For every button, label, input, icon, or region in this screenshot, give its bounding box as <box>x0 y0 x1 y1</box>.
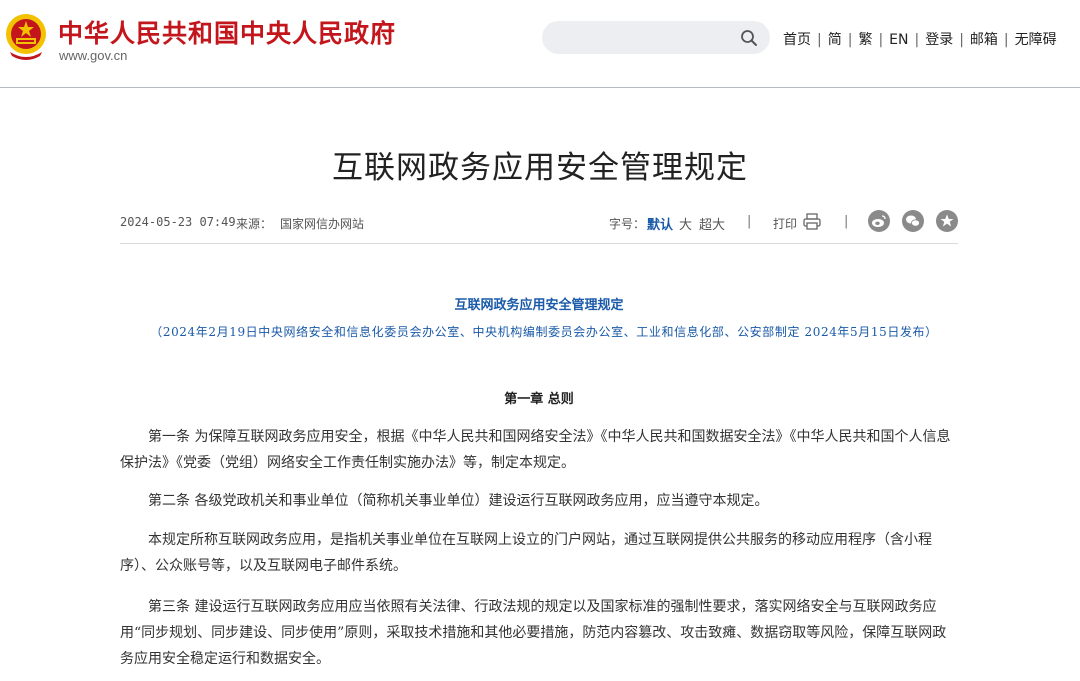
publish-date: 2024-05-23 07:49 <box>120 215 236 229</box>
font-size-default-button[interactable]: 默认 <box>647 214 673 233</box>
document-title: 互联网政务应用安全管理规定 <box>454 298 624 313</box>
site-header: 中华人民共和国中央人民政府 www.gov.cn 首页 | 简 | 繁 | EN | 登录 | 邮箱… <box>0 0 1080 88</box>
chapter-heading: 第一章 总则 <box>504 392 574 407</box>
meta-separator: | <box>747 214 752 229</box>
article-paragraph: 本规定所称互联网政务应用，是指机关事业单位在互联网上设立的门户网站，通过互联网提… <box>120 532 932 574</box>
top-nav: 首页 | 简 | 繁 | EN | 登录 | 邮箱 | 无障碍 <box>783 29 1057 49</box>
site-name[interactable]: 中华人民共和国中央人民政府 <box>58 14 396 50</box>
print-button[interactable]: 打印 <box>773 215 797 232</box>
weibo-icon[interactable] <box>868 210 890 232</box>
nav-separator: | <box>817 32 822 48</box>
article-paragraph: 第二条 各级党政机关和事业单位（简称机关事业单位）建设运行互联网政务应用，应当遵… <box>148 493 769 509</box>
nav-simplified[interactable]: 简 <box>828 32 842 48</box>
source-name: 国家网信办网站 <box>280 217 365 231</box>
site-url[interactable]: www.gov.cn <box>59 48 127 63</box>
nav-home[interactable]: 首页 <box>783 32 811 48</box>
search-icon[interactable] <box>740 29 758 47</box>
meta-separator: | <box>844 214 849 229</box>
nav-separator: | <box>878 32 884 48</box>
article-title: 互联网政务应用安全管理规定 <box>332 150 748 186</box>
search-box <box>542 21 770 54</box>
print-icon[interactable] <box>803 213 821 230</box>
font-size-large-button[interactable]: 大 <box>679 214 692 233</box>
nav-login[interactable]: 登录 <box>925 32 953 48</box>
font-size-xlarge-button[interactable]: 超大 <box>699 214 725 233</box>
search-input[interactable] <box>556 27 736 48</box>
nav-separator: | <box>847 32 853 48</box>
nav-traditional[interactable]: 繁 <box>858 32 872 48</box>
font-size-label: 字号： <box>609 217 646 231</box>
article-paragraph: 第一条 为保障互联网政务应用安全，根据《中华人民共和国网络安全法》《中华人民共和… <box>120 429 951 471</box>
source-label: 来源： <box>236 217 273 231</box>
document-subtitle: （2024年2月19日中央网络安全和信息化委员会办公室、中央机构编制委员会办公室… <box>150 325 938 339</box>
favorite-icon[interactable] <box>936 210 958 232</box>
nav-separator: | <box>1003 32 1009 48</box>
nav-english[interactable]: EN <box>889 32 908 48</box>
article-paragraph: 第三条 建设运行互联网政务应用应当依照有关法律、行政法规的规定以及国家标准的强制… <box>120 599 947 667</box>
nav-mail[interactable]: 邮箱 <box>970 32 998 48</box>
nav-separator: | <box>914 32 920 48</box>
national-emblem-icon[interactable] <box>4 12 48 62</box>
nav-accessibility[interactable]: 无障碍 <box>1015 32 1057 48</box>
wechat-icon[interactable] <box>902 210 924 232</box>
nav-separator: | <box>959 32 964 48</box>
article-meta-bar: 2024-05-23 07:49 来源： 国家网信办网站 字号： 默认 大 超大… <box>120 204 958 244</box>
